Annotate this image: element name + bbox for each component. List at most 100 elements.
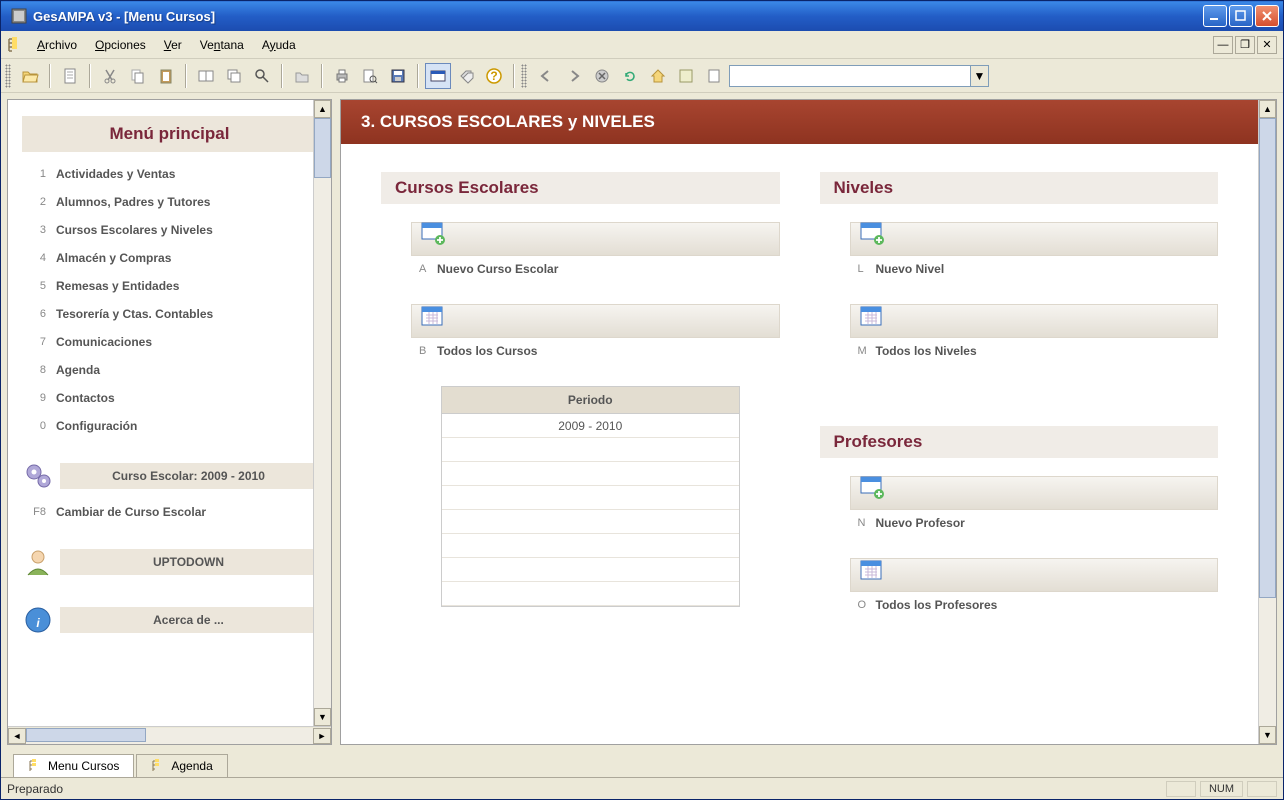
menu-archivo[interactable]: Archivo <box>29 35 85 55</box>
sidebar: Menú principal 1Actividades y Ventas 2Al… <box>7 99 332 745</box>
menu-opciones[interactable]: Opciones <box>87 35 154 55</box>
period-row[interactable] <box>442 510 739 534</box>
period-row[interactable]: 2009 - 2010 <box>442 414 739 438</box>
save-button[interactable] <box>385 63 411 89</box>
status-empty-cell-2 <box>1247 781 1277 797</box>
sidebar-item-contactos[interactable]: 9Contactos <box>18 384 321 412</box>
home-button[interactable] <box>645 63 671 89</box>
action-todos-profesores[interactable]: OTodos los Profesores <box>850 558 1219 612</box>
action-todos-niveles[interactable]: MTodos los Niveles <box>850 304 1219 358</box>
tags-button[interactable] <box>453 63 479 89</box>
tab-menu-cursos[interactable]: Menu Cursos <box>13 754 134 777</box>
mdi-restore-button[interactable]: ❐ <box>1235 36 1255 54</box>
window-cascade-button[interactable] <box>221 63 247 89</box>
status-empty-cell <box>1166 781 1196 797</box>
section-cursos-title: Cursos Escolares <box>381 172 780 204</box>
vscroll-down-button[interactable]: ▼ <box>314 708 331 726</box>
help-button[interactable]: ? <box>481 63 507 89</box>
main-vscroll[interactable]: ▲ ▼ <box>1258 100 1276 744</box>
status-numlock: NUM <box>1200 781 1243 797</box>
search-combo[interactable]: ▼ <box>729 65 989 87</box>
sidebar-title: Menú principal <box>22 116 317 152</box>
maximize-button[interactable] <box>1229 5 1253 27</box>
toolbar-grip[interactable] <box>5 64 11 88</box>
calendar-icon <box>420 303 446 329</box>
action-nuevo-nivel[interactable]: LNuevo Nivel <box>850 222 1219 276</box>
sidebar-vscroll[interactable]: ▲ ▼ <box>313 100 331 726</box>
main-vscroll-down-button[interactable]: ▼ <box>1259 726 1276 744</box>
current-course-info: Curso Escolar: 2009 - 2010 <box>18 454 321 498</box>
mdi-close-button[interactable]: ✕ <box>1257 36 1277 54</box>
sidebar-item-tesoreria[interactable]: 6Tesorería y Ctas. Contables <box>18 300 321 328</box>
main-vscroll-up-button[interactable]: ▲ <box>1259 100 1276 118</box>
copy-button[interactable] <box>125 63 151 89</box>
sidebar-item-actividades[interactable]: 1Actividades y Ventas <box>18 160 321 188</box>
period-row[interactable] <box>442 462 739 486</box>
status-text: Preparado <box>7 782 63 796</box>
period-header: Periodo <box>442 387 739 414</box>
toolbar: ? ▼ <box>1 59 1283 93</box>
toolbar-grip-2[interactable] <box>521 64 527 88</box>
new-doc-button[interactable] <box>57 63 83 89</box>
open-button[interactable] <box>17 63 43 89</box>
svg-text:?: ? <box>490 69 497 83</box>
action-todos-cursos[interactable]: BTodos los Cursos <box>411 304 780 358</box>
window-title: GesAMPA v3 - [Menu Cursos] <box>33 9 1203 24</box>
menu-bar: Archivo Opciones Ver Ventana Ayuda — ❐ ✕ <box>1 31 1283 59</box>
sidebar-item-remesas[interactable]: 5Remesas y Entidades <box>18 272 321 300</box>
tree-icon <box>7 37 23 53</box>
menu-ayuda[interactable]: Ayuda <box>254 35 304 55</box>
period-row[interactable] <box>442 582 739 606</box>
section-niveles-title: Niveles <box>820 172 1219 204</box>
sidebar-item-comunicaciones[interactable]: 7Comunicaciones <box>18 328 321 356</box>
hscroll-right-button[interactable]: ► <box>313 728 331 744</box>
close-button[interactable] <box>1255 5 1279 27</box>
sidebar-item-configuracion[interactable]: 0Configuración <box>18 412 321 440</box>
change-course-button[interactable]: F8Cambiar de Curso Escolar <box>18 498 321 526</box>
search-input[interactable] <box>730 66 970 86</box>
minimize-button[interactable] <box>1203 5 1227 27</box>
period-row[interactable] <box>442 486 739 510</box>
stop-button[interactable] <box>589 63 615 89</box>
hscroll-left-button[interactable]: ◄ <box>8 728 26 744</box>
refresh-button[interactable] <box>617 63 643 89</box>
nav2-button[interactable] <box>701 63 727 89</box>
about-link[interactable]: i Acerca de ... <box>18 598 321 642</box>
action-nuevo-profesor[interactable]: NNuevo Profesor <box>850 476 1219 530</box>
menu-ver[interactable]: Ver <box>156 35 190 55</box>
sidebar-hscroll[interactable]: ◄ ► <box>8 726 331 744</box>
print-preview-button[interactable] <box>357 63 383 89</box>
cut-button[interactable] <box>97 63 123 89</box>
paste-button[interactable] <box>153 63 179 89</box>
print-button[interactable] <box>329 63 355 89</box>
mdi-minimize-button[interactable]: — <box>1213 36 1233 54</box>
nav1-button[interactable] <box>673 63 699 89</box>
period-row[interactable] <box>442 534 739 558</box>
action-nuevo-curso[interactable]: ANuevo Curso Escolar <box>411 222 780 276</box>
search-button[interactable] <box>249 63 275 89</box>
menu-ventana[interactable]: Ventana <box>192 35 252 55</box>
back-button[interactable] <box>533 63 559 89</box>
vscroll-thumb[interactable] <box>314 118 331 178</box>
main-panel: 3. CURSOS ESCOLARES y NIVELES Cursos Esc… <box>340 99 1277 745</box>
forward-button[interactable] <box>561 63 587 89</box>
folder2-button[interactable] <box>289 63 315 89</box>
search-dropdown-button[interactable]: ▼ <box>970 66 988 86</box>
user-icon <box>22 546 54 578</box>
sidebar-item-cursos[interactable]: 3Cursos Escolares y Niveles <box>18 216 321 244</box>
main-vscroll-thumb[interactable] <box>1259 118 1276 598</box>
period-row[interactable] <box>442 558 739 582</box>
tab-agenda[interactable]: Agenda <box>136 754 227 777</box>
title-bar: GesAMPA v3 - [Menu Cursos] <box>1 1 1283 31</box>
active-view-button[interactable] <box>425 63 451 89</box>
period-table: Periodo 2009 - 2010 <box>441 386 740 607</box>
status-bar: Preparado NUM <box>1 777 1283 799</box>
sidebar-item-alumnos[interactable]: 2Alumnos, Padres y Tutores <box>18 188 321 216</box>
sidebar-item-almacen[interactable]: 4Almacén y Compras <box>18 244 321 272</box>
window-tile-button[interactable] <box>193 63 219 89</box>
period-row[interactable] <box>442 438 739 462</box>
hscroll-thumb[interactable] <box>26 728 146 742</box>
sidebar-item-agenda[interactable]: 8Agenda <box>18 356 321 384</box>
vscroll-up-button[interactable]: ▲ <box>314 100 331 118</box>
document-tabs: Menu Cursos Agenda <box>1 751 1283 777</box>
